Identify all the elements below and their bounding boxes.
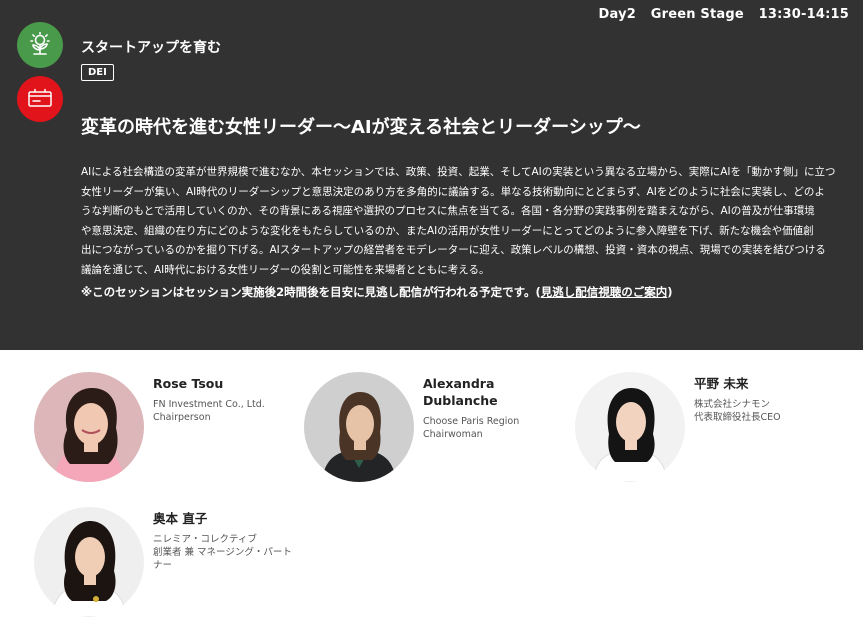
speaker-name: Rose Tsou: [153, 376, 224, 391]
description-line: 議論を通じて、AI時代における女性リーダーの役割と可能性を来場者とともに考える。: [81, 263, 490, 276]
speaker-affiliation: Choose Paris Region: [423, 416, 520, 427]
session-title: 変革の時代を進む女性リーダー〜AIが変える社会とリーダーシップ〜: [81, 117, 641, 138]
speaker-photo: [575, 372, 685, 482]
sprout-bulb-icon: [17, 22, 63, 68]
speaker-affiliation: FN Investment Co., Ltd.: [153, 399, 265, 410]
session-time: 13:30-14:15: [758, 7, 849, 22]
speaker-name: Alexandra Dublanche: [423, 376, 498, 408]
archive-note-text: ※このセッションはセッション実施後2時間後を目安に見逃し配信が行われる予定です。…: [81, 285, 541, 299]
archive-viewing-link[interactable]: 見逃し配信視聴のご案内: [541, 285, 668, 299]
session-day: Day2: [598, 7, 636, 22]
speaker-name: 奥本 直子: [153, 511, 208, 526]
description-line: 出につながっているのかを掘り下げる。AIスタートアップの経営者をモデレーターに迎…: [81, 244, 826, 256]
description-line: 女性リーダーが集い、AI時代のリーダーシップと意思決定のあり方を多角的に議論する…: [81, 185, 825, 198]
speaker-role: Chairwoman: [423, 429, 483, 440]
speaker-info: Alexandra Dublanche Choose Paris Region …: [423, 375, 563, 441]
speaker-photo: [34, 507, 144, 617]
session-schedule: Day2 Green Stage 13:30-14:15: [599, 7, 849, 22]
session-description: AIによる社会構造の変革が世界規模で進むなか、本セッションでは、政策、投資、起業…: [81, 163, 848, 280]
speaker-affiliation: 株式会社シナモン: [694, 399, 771, 410]
speaker-photo: [34, 372, 144, 482]
description-line: うな判断のもとで活用していくのか、その背景にある視座や選択のプロセスに焦点を当て…: [81, 205, 815, 217]
speaker-name: 平野 未来: [694, 376, 749, 391]
speaker-role: ナー: [153, 560, 173, 571]
description-line: や意思決定、組織の在り方にどのような変化をもたらしているのか、またAIの活用が女…: [81, 224, 814, 237]
speaker-card[interactable]: Alexandra Dublanche Choose Paris Region …: [304, 372, 564, 484]
speaker-role: Chairperson: [153, 412, 211, 423]
speaker-role: 創業者 兼 マネージング・パート: [153, 547, 292, 558]
dei-tag[interactable]: DEI: [81, 64, 114, 81]
description-line: AIによる社会構造の変革が世界規模で進むなか、本セッションでは、政策、投資、起業…: [81, 166, 836, 178]
speaker-photo: [304, 372, 414, 482]
speaker-info: 奥本 直子 ニレミア・コレクティブ 創業者 兼 マネージング・パート ナー: [153, 510, 293, 572]
speaker-card[interactable]: 平野 未来 株式会社シナモン 代表取締役社長CEO: [575, 372, 845, 484]
card-icon: [17, 76, 63, 122]
speaker-card[interactable]: 奥本 直子 ニレミア・コレクティブ 創業者 兼 マネージング・パート ナー: [34, 507, 304, 619]
archive-note: ※このセッションはセッション実施後2時間後を目安に見逃し配信が行われる予定です。…: [81, 284, 848, 300]
speaker-info: 平野 未来 株式会社シナモン 代表取締役社長CEO: [694, 375, 834, 424]
header-wave-divider: [0, 290, 863, 370]
speaker-info: Rose Tsou FN Investment Co., Ltd. Chairp…: [153, 375, 293, 424]
archive-note-suffix: ): [667, 285, 673, 299]
speaker-affiliation: ニレミア・コレクティブ: [153, 534, 257, 545]
session-track: スタートアップを育む: [81, 40, 221, 56]
speaker-role: 代表取締役社長CEO: [694, 412, 781, 423]
speaker-card[interactable]: Rose Tsou FN Investment Co., Ltd. Chairp…: [34, 372, 294, 484]
session-stage: Green Stage: [650, 7, 744, 22]
